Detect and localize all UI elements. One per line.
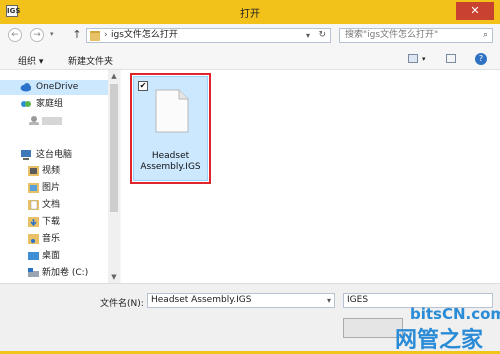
videos-icon: [28, 166, 39, 176]
filename-value[interactable]: Headset Assembly.IGS: [151, 294, 251, 307]
file-checkbox[interactable]: ✔: [138, 81, 148, 91]
forward-button[interactable]: →: [30, 28, 44, 42]
folder-icon: [90, 31, 100, 41]
homegroup-icon: [21, 101, 31, 107]
sidebar-item-onedrive[interactable]: OneDrive: [0, 80, 108, 95]
sidebar-item-music[interactable]: 音乐: [0, 232, 108, 247]
sidebar-item-videos[interactable]: 视频: [0, 164, 108, 179]
sidebar-label: 新加卷 (C:): [42, 268, 89, 278]
redacted-username: [42, 117, 62, 125]
sidebar-label: OneDrive: [36, 82, 79, 92]
sidebar-label: 这台电脑: [36, 150, 73, 160]
chevron-down-icon[interactable]: ▾: [327, 294, 331, 307]
recent-locations-icon[interactable]: ▾: [50, 30, 54, 38]
filename-label: 文件名(N):: [100, 299, 144, 309]
view-dropdown-icon[interactable]: ▾: [422, 55, 426, 63]
file-name[interactable]: Headset Assembly.IGS: [134, 151, 207, 173]
sidebar-item-homegroup-user[interactable]: [0, 113, 108, 128]
cloud-icon: [20, 83, 31, 92]
scroll-thumb[interactable]: [110, 84, 118, 212]
search-input[interactable]: 搜索"igs文件怎么打开": [345, 29, 438, 42]
file-open-dialog: IGS 打开 ✕ ← → ▾ ↑ › igs文件怎么打开 ▾ ↻ 搜索"igs文…: [0, 0, 500, 353]
organize-button[interactable]: 组织 ▾: [18, 54, 43, 67]
navigation-pane: OneDrive 家庭组 这台电脑 视频 图片 文档 下载 音乐 桌面 新加卷 …: [0, 70, 120, 283]
preview-pane-icon[interactable]: [446, 54, 456, 63]
sidebar-label: 文档: [42, 200, 61, 210]
help-icon[interactable]: ?: [475, 53, 487, 65]
user-icon: [29, 116, 39, 125]
scroll-up-icon[interactable]: ▲: [108, 70, 120, 82]
file-list: ✔ Headset Assembly.IGS: [121, 70, 500, 283]
sidebar-item-homegroup[interactable]: 家庭组: [0, 97, 108, 112]
address-bar: ← → ▾ ↑ › igs文件怎么打开 ▾ ↻ 搜索"igs文件怎么打开" ⌕: [0, 24, 500, 48]
sidebar-item-pictures[interactable]: 图片: [0, 181, 108, 196]
sidebar-label: 桌面: [42, 251, 61, 261]
sidebar-label: 下载: [42, 217, 61, 227]
pictures-icon: [28, 183, 39, 193]
document-icon: [155, 89, 189, 133]
sidebar-item-downloads[interactable]: 下载: [0, 215, 108, 230]
file-name-line-1: Headset: [151, 151, 190, 161]
new-folder-button[interactable]: 新建文件夹: [68, 54, 113, 67]
sidebar-item-desktop[interactable]: 桌面: [0, 249, 108, 264]
computer-icon: [21, 150, 31, 160]
search-icon[interactable]: ⌕: [483, 29, 488, 42]
watermark-brand: 网管之家: [395, 328, 484, 353]
sidebar-item-documents[interactable]: 文档: [0, 198, 108, 213]
sidebar-scrollbar[interactable]: ▲ ▼: [108, 70, 120, 283]
filename-field[interactable]: Headset Assembly.IGS ▾: [147, 293, 335, 308]
search-box[interactable]: 搜索"igs文件怎么打开" ⌕: [339, 28, 493, 43]
refresh-icon[interactable]: ↻: [318, 29, 326, 42]
filetype-value[interactable]: IGES: [347, 294, 368, 307]
back-button[interactable]: ←: [8, 28, 22, 42]
path-box[interactable]: › igs文件怎么打开 ▾ ↻: [86, 28, 331, 43]
file-name-line-2: Assembly.IGS: [140, 162, 201, 172]
current-folder[interactable]: igs文件怎么打开: [111, 29, 178, 42]
scroll-down-icon[interactable]: ▼: [108, 271, 120, 283]
desktop-icon: [28, 252, 39, 260]
title-bar: IGS 打开 ✕: [0, 0, 500, 24]
downloads-icon: [28, 217, 39, 227]
close-button[interactable]: ✕: [456, 2, 494, 20]
sidebar-item-drive-c[interactable]: 新加卷 (C:): [0, 266, 108, 281]
sidebar-label: 视频: [42, 166, 61, 176]
view-options-icon[interactable]: [408, 54, 418, 63]
sidebar-item-this-pc[interactable]: 这台电脑: [0, 148, 108, 163]
documents-icon: [28, 200, 39, 210]
up-button[interactable]: ↑: [70, 28, 84, 42]
dialog-title: 打开: [240, 9, 260, 20]
sidebar-label: 图片: [42, 183, 61, 193]
file-item[interactable]: ✔ Headset Assembly.IGS: [133, 76, 208, 181]
sidebar-label: 音乐: [42, 234, 61, 244]
path-dropdown-icon[interactable]: ▾: [306, 29, 310, 42]
sidebar-label: 家庭组: [36, 99, 64, 109]
music-icon: [28, 234, 39, 244]
command-bar: 组织 ▾ 新建文件夹 ▾ ?: [0, 48, 500, 70]
open-button[interactable]: [343, 318, 403, 338]
drive-icon: [28, 268, 39, 277]
path-separator: ›: [104, 30, 108, 40]
watermark-site: bitsCN.com: [410, 305, 500, 323]
